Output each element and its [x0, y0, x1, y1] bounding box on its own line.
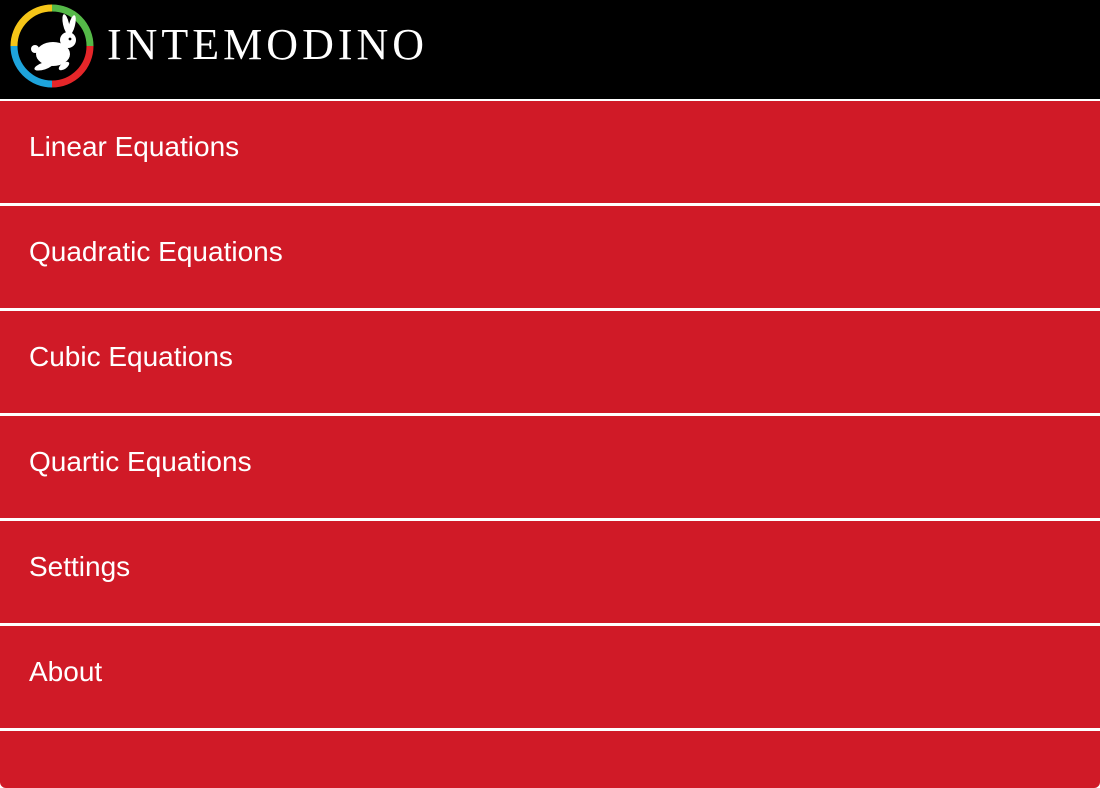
menu-item-label: Settings	[29, 551, 131, 582]
menu-item-settings[interactable]: Settings	[0, 521, 1100, 623]
menu-item-linear-equations[interactable]: Linear Equations	[0, 101, 1100, 203]
rabbit-logo-icon	[10, 4, 94, 88]
menu-item-label: About	[29, 656, 103, 687]
menu-item-label: Linear Equations	[29, 131, 240, 162]
app-window: INTEMODINO Linear Equations Quadratic Eq…	[0, 0, 1100, 788]
menu-item-quadratic-equations[interactable]: Quadratic Equations	[0, 206, 1100, 308]
menu-footer-bar	[0, 731, 1100, 788]
menu-item-about[interactable]: About	[0, 626, 1100, 728]
menu-item-label: Quadratic Equations	[29, 236, 283, 267]
app-header: INTEMODINO	[0, 0, 1100, 99]
menu-item-label: Cubic Equations	[29, 341, 233, 372]
menu-item-quartic-equations[interactable]: Quartic Equations	[0, 416, 1100, 518]
menu-item-cubic-equations[interactable]: Cubic Equations	[0, 311, 1100, 413]
main-menu: Linear Equations Quadratic Equations Cub…	[0, 101, 1100, 788]
brand-name: INTEMODINO	[107, 20, 429, 69]
menu-item-label: Quartic Equations	[29, 446, 252, 477]
